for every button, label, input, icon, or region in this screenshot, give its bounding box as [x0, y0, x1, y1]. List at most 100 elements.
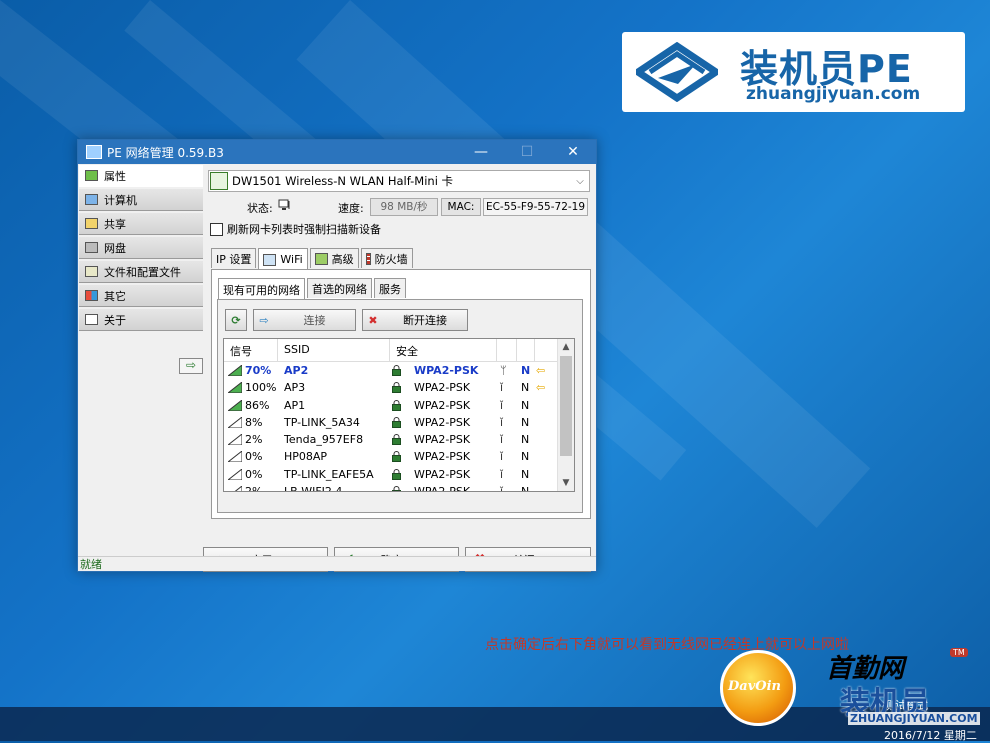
network-ssid: AP1: [284, 398, 306, 412]
network-security: WPA2-PSK: [414, 485, 471, 492]
x-icon: ✖: [368, 313, 378, 327]
connect-button[interactable]: ⇨ 连接: [253, 309, 356, 331]
close-window-button[interactable]: ✕: [550, 144, 596, 160]
sidebar-item-label: 其它: [104, 289, 126, 303]
network-signal: 86%: [245, 398, 270, 412]
watermark-url: ZHUANGJIYUAN.COM: [848, 712, 980, 725]
network-row[interactable]: 70% AP2 WPA2-PSK ᛘ N ⇦: [224, 362, 574, 379]
network-signal: 0%: [245, 450, 263, 464]
about-icon: [85, 314, 98, 325]
sidebar-item-files-config[interactable]: 文件和配置文件: [79, 261, 203, 283]
tab-available-networks[interactable]: 现有可用的网络: [218, 278, 305, 300]
signal-strength-icon: [228, 382, 242, 394]
maximize-button[interactable]: ☐: [504, 144, 550, 160]
antenna-icon: ǐ: [500, 398, 504, 412]
network-band: N: [521, 485, 530, 492]
network-list[interactable]: 信号 SSID 安全 70% AP2 WPA2-PSK ᛘ N ⇦ 100% AP3 WPA2-…: [223, 338, 575, 492]
sidebar-collapse-arrow-icon[interactable]: ⇨: [179, 358, 203, 374]
list-header: 信号 SSID 安全: [224, 339, 574, 362]
adapter-select[interactable]: DW1501 Wireless-N WLAN Half-Mini 卡 ⌵: [208, 170, 590, 192]
network-row[interactable]: 2% Tenda_957EF8 WPA2-PSK ǐ N: [224, 431, 574, 448]
arrow-right-icon: ⇨: [259, 313, 269, 327]
network-row[interactable]: 0% TP-LINK_EAFE5A WPA2-PSK ǐ N: [224, 466, 574, 483]
network-row[interactable]: 8% TP-LINK_5A34 WPA2-PSK ǐ N: [224, 414, 574, 431]
signal-strength-icon: [228, 416, 242, 428]
refresh-networks-button[interactable]: ⟳: [225, 309, 247, 331]
computer-icon: [85, 194, 98, 205]
network-ssid: AP3: [284, 381, 306, 395]
checkbox-label: 刷新网卡列表时强制扫描新设备: [227, 223, 381, 236]
wifi-status-icon: [278, 198, 292, 212]
network-band: N: [521, 364, 531, 377]
instruction-caption: 点击确定后右下角就可以看到无线网已经连上就可以上网啦: [485, 637, 849, 653]
preferred-arrow-icon: ⇦: [536, 364, 546, 377]
vertical-scrollbar[interactable]: ▲ ▼: [557, 339, 574, 491]
sidebar-item-share[interactable]: 共享: [79, 213, 203, 235]
sidebar-item-label: 计算机: [104, 193, 137, 207]
minimize-button[interactable]: —: [458, 144, 504, 160]
sidebar-item-label: 属性: [104, 169, 126, 183]
lock-icon: [392, 451, 401, 463]
scroll-down-icon[interactable]: ▼: [558, 475, 574, 491]
logo-url: zhuangjiyuan.com: [746, 84, 921, 104]
signal-strength-icon: [228, 468, 242, 480]
sidebar-item-network-drive[interactable]: 网盘: [79, 237, 203, 259]
sidebar-item-about[interactable]: 关于: [79, 309, 203, 331]
tab-label: IP 设置: [216, 252, 252, 266]
scroll-thumb[interactable]: [560, 356, 572, 456]
network-signal: 2%: [245, 485, 263, 492]
network-band: N: [521, 398, 530, 412]
checkbox-box[interactable]: [210, 222, 223, 236]
sidebar-item-other[interactable]: 其它: [79, 285, 203, 307]
tab-services[interactable]: 服务: [374, 278, 406, 298]
network-signal: 8%: [245, 415, 263, 429]
network-row[interactable]: 0% HP08AP WPA2-PSK ǐ N: [224, 448, 574, 465]
sidebar-item-label: 文件和配置文件: [104, 265, 181, 279]
tab-ip-settings[interactable]: IP 设置: [211, 248, 257, 268]
sidebar-item-properties[interactable]: 属性: [79, 165, 203, 187]
network-band: N: [521, 467, 530, 481]
network-ssid: LB-WIFI2.4: [284, 485, 343, 492]
signal-strength-icon: [228, 451, 242, 463]
network-row[interactable]: 2% LB-WIFI2.4 WPA2-PSK ǐ N: [224, 483, 574, 492]
signal-strength-icon: [228, 365, 242, 376]
tab-firewall[interactable]: 防火墙: [360, 248, 413, 268]
wifi-subtabs: 现有可用的网络 首选的网络 服务: [218, 278, 408, 300]
lock-icon: [392, 365, 401, 376]
scroll-up-icon[interactable]: ▲: [558, 339, 574, 355]
other-grid-icon: [85, 290, 98, 301]
status-bar: 就绪: [78, 556, 596, 571]
tab-label: 服务: [379, 282, 401, 296]
tab-advanced[interactable]: 高级: [309, 248, 359, 268]
connect-label: 连接: [303, 314, 326, 327]
window-title: PE 网络管理 0.59.B3: [107, 145, 224, 160]
lock-icon: [392, 434, 401, 446]
advanced-icon: [314, 252, 328, 265]
network-signal: 2%: [245, 433, 263, 447]
network-band: N: [521, 381, 530, 395]
adapter-name: DW1501 Wireless-N WLAN Half-Mini 卡: [232, 174, 454, 188]
main-tabs: IP 设置 WiFi 高级 防火墙: [211, 248, 415, 270]
chevron-down-icon: ⌵: [576, 175, 584, 187]
tab-wifi[interactable]: WiFi: [258, 248, 308, 270]
network-security: WPA2-PSK: [414, 450, 471, 464]
network-manager-window: PE 网络管理 0.59.B3 — ☐ ✕ 属性 计算机 共享 网盘 文件和配置…: [77, 139, 597, 572]
network-signal: 70%: [245, 364, 272, 377]
tab-label: 高级: [331, 252, 354, 266]
signal-strength-icon: [228, 399, 242, 411]
tab-preferred-networks[interactable]: 首选的网络: [307, 278, 372, 298]
lock-icon: [392, 399, 401, 411]
firewall-icon: [365, 252, 371, 265]
col-signal-header[interactable]: 信号: [230, 343, 252, 359]
col-ssid-header[interactable]: SSID: [284, 343, 310, 356]
network-row[interactable]: 86% AP1 WPA2-PSK ǐ N: [224, 397, 574, 414]
sidebar-item-label: 网盘: [104, 241, 126, 255]
refresh-scan-checkbox[interactable]: 刷新网卡列表时强制扫描新设备: [210, 221, 381, 237]
disconnect-button[interactable]: ✖ 断开连接: [362, 309, 468, 331]
network-row[interactable]: 100% AP3 WPA2-PSK ǐ N ⇦: [224, 379, 574, 396]
network-security: WPA2-PSK: [414, 381, 471, 395]
tab-label: WiFi: [280, 253, 303, 266]
title-bar[interactable]: PE 网络管理 0.59.B3 — ☐ ✕: [78, 140, 596, 164]
sidebar-item-computer[interactable]: 计算机: [79, 189, 203, 211]
col-security-header[interactable]: 安全: [396, 343, 418, 359]
